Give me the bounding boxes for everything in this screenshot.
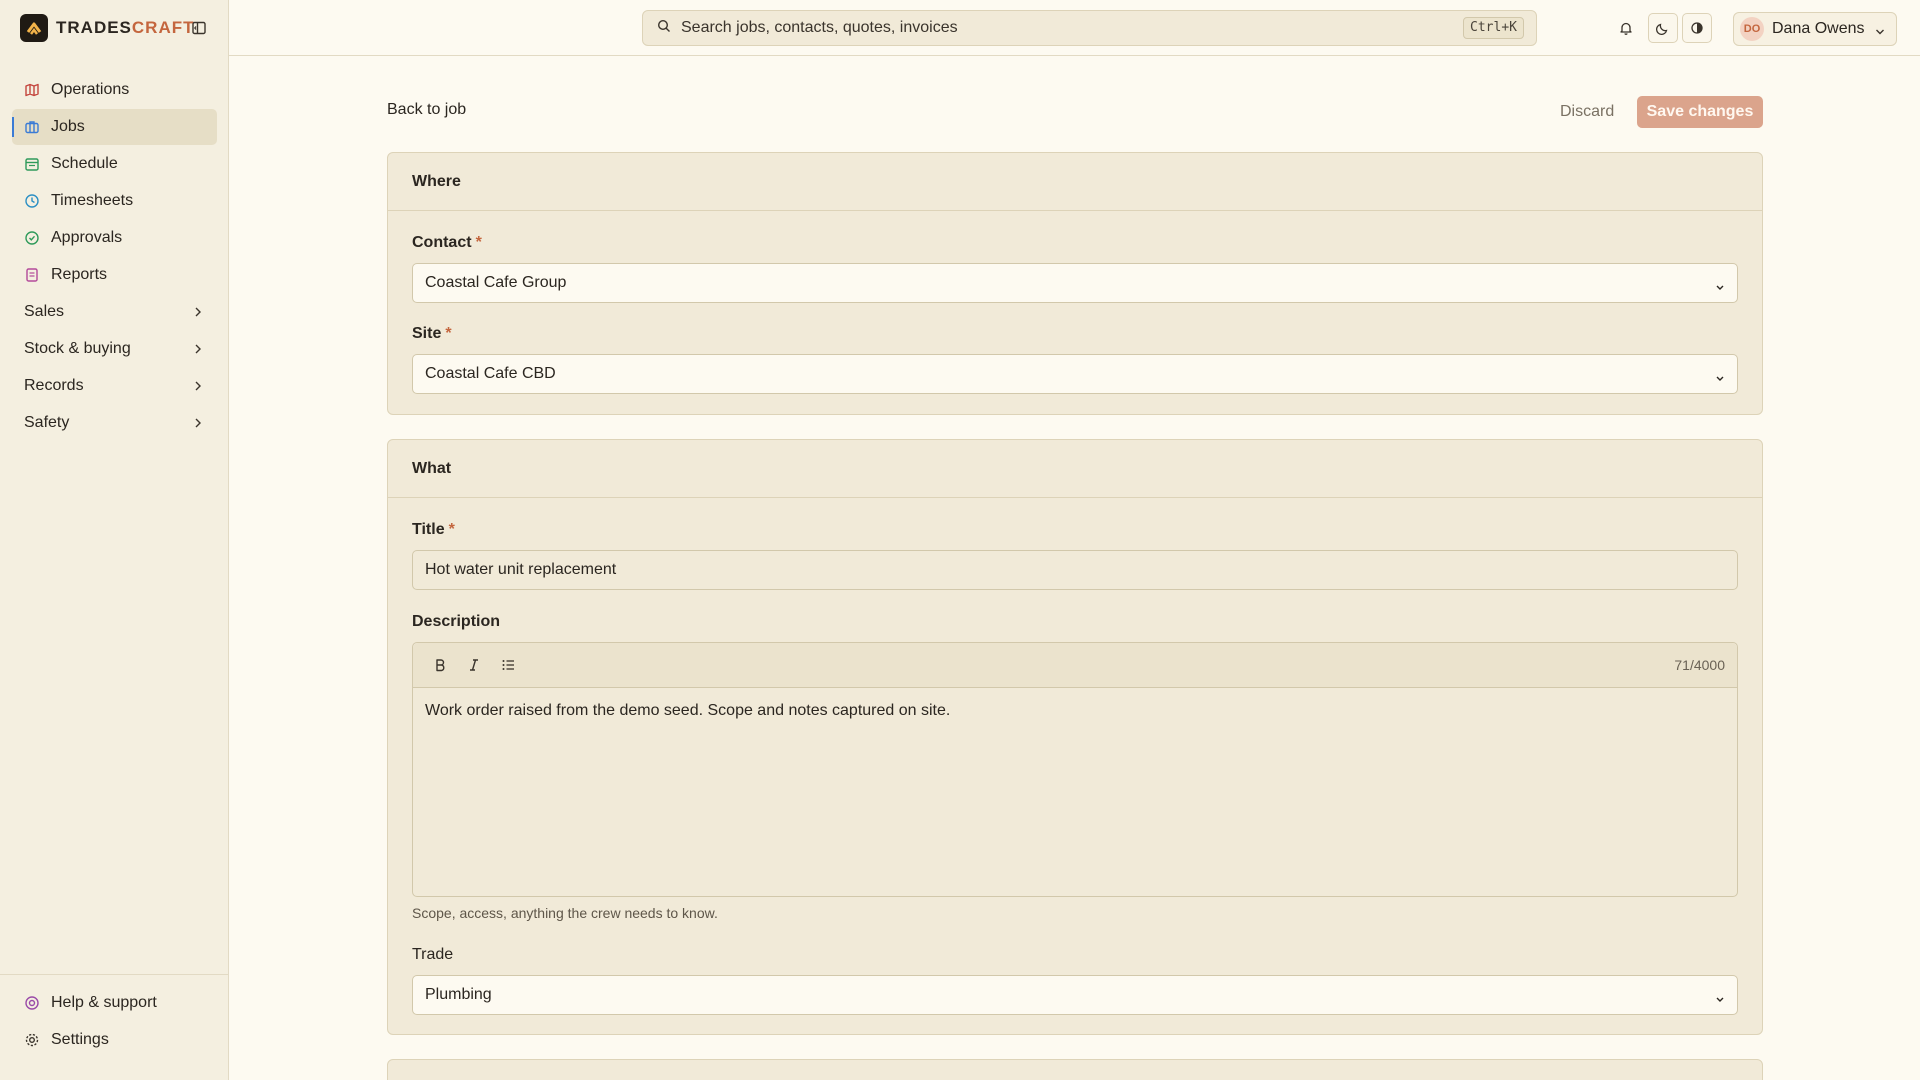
site-label: Site * xyxy=(412,325,452,342)
document-icon xyxy=(24,267,40,283)
chevron-down-icon xyxy=(1715,370,1725,388)
bullet-list-icon[interactable] xyxy=(495,652,521,678)
sidebar-item-reports[interactable]: Reports xyxy=(12,257,217,293)
contrast-icon[interactable] xyxy=(1682,13,1712,43)
moon-icon[interactable] xyxy=(1648,13,1678,43)
search-placeholder: Search jobs, contacts, quotes, invoices xyxy=(681,19,958,36)
sidebar-group-stock-buying[interactable]: Stock & buying xyxy=(12,331,217,367)
italic-icon[interactable] xyxy=(461,652,487,678)
brand-name: TRADESCRAFT xyxy=(56,18,195,37)
calendar-icon xyxy=(24,156,40,172)
sidebar-item-label: Help & support xyxy=(51,994,157,1011)
site-value: Coastal Cafe CBD xyxy=(425,365,556,382)
what-card: What Title * Hot water unit replacement D… xyxy=(387,439,1763,1035)
sidebar-item-label: Jobs xyxy=(51,118,85,135)
trade-value: Plumbing xyxy=(425,986,492,1003)
sidebar-item-label: Approvals xyxy=(51,229,123,246)
bold-icon[interactable] xyxy=(427,652,453,678)
contact-value: Coastal Cafe Group xyxy=(425,274,567,291)
sidebar-group-label: Sales xyxy=(24,303,65,320)
sidebar: TRADESCRAFT Operations Jobs Schedule Tim… xyxy=(0,0,229,1080)
sidebar-footer: Help & support Settings xyxy=(0,974,229,1080)
chevron-down-icon xyxy=(1874,24,1886,42)
description-editor: 71/4000 Work order raised from the demo … xyxy=(412,642,1738,897)
character-count: 71/4000 xyxy=(1674,657,1725,673)
sidebar-item-label: Schedule xyxy=(51,155,118,172)
where-card: Where Contact * Coastal Cafe Group Site * … xyxy=(387,152,1763,415)
chevron-down-icon xyxy=(1715,991,1725,1009)
search-shortcut: Ctrl+K xyxy=(1463,17,1524,39)
description-textarea[interactable]: Work order raised from the demo seed. Sc… xyxy=(413,688,1737,896)
trade-label: Trade xyxy=(412,946,454,963)
brand[interactable]: TRADESCRAFT xyxy=(20,14,195,42)
bell-icon[interactable] xyxy=(1611,13,1641,43)
back-to-job-link[interactable]: Back to job xyxy=(387,101,466,119)
sidebar-group-label: Safety xyxy=(24,414,70,431)
sidebar-item-label: Operations xyxy=(51,81,130,98)
logo-icon xyxy=(20,14,48,42)
sidebar-nav: Operations Jobs Schedule Timesheets Appr… xyxy=(12,72,217,442)
card-title: Where xyxy=(388,153,1762,211)
sidebar-item-jobs[interactable]: Jobs xyxy=(12,109,217,145)
editor-toolbar: 71/4000 xyxy=(413,643,1737,688)
lifebuoy-icon xyxy=(24,995,40,1011)
required-mark: * xyxy=(445,325,452,342)
check-circle-icon xyxy=(24,230,40,246)
contact-select[interactable]: Coastal Cafe Group xyxy=(412,263,1738,303)
trade-select[interactable]: Plumbing xyxy=(412,975,1738,1015)
sidebar-item-schedule[interactable]: Schedule xyxy=(12,146,217,182)
clock-icon xyxy=(24,193,40,209)
sidebar-group-label: Records xyxy=(24,377,84,394)
sidebar-item-help-support[interactable]: Help & support xyxy=(12,985,217,1021)
sidebar-item-label: Settings xyxy=(51,1031,109,1048)
title-label: Title * xyxy=(412,521,455,538)
sidebar-toggle-icon[interactable] xyxy=(189,18,209,38)
map-icon xyxy=(24,82,40,98)
briefcase-icon xyxy=(24,119,40,135)
user-name: Dana Owens xyxy=(1772,20,1865,37)
save-changes-button[interactable]: Save changes xyxy=(1637,96,1763,128)
user-menu-button[interactable]: DO Dana Owens xyxy=(1733,12,1897,46)
gear-icon xyxy=(24,1032,40,1048)
sidebar-item-label: Reports xyxy=(51,266,108,283)
search-icon xyxy=(657,19,671,38)
site-select[interactable]: Coastal Cafe CBD xyxy=(412,354,1738,394)
sidebar-group-safety[interactable]: Safety xyxy=(12,405,217,441)
title-input[interactable]: Hot water unit replacement xyxy=(412,550,1738,590)
sidebar-group-sales[interactable]: Sales xyxy=(12,294,217,330)
chevron-right-icon xyxy=(193,342,203,361)
sidebar-group-label: Stock & buying xyxy=(24,340,131,357)
contact-label: Contact * xyxy=(412,234,482,251)
description-label: Description xyxy=(412,613,501,630)
chevron-right-icon xyxy=(193,416,203,435)
discard-button[interactable]: Discard xyxy=(1546,96,1628,128)
sidebar-item-operations[interactable]: Operations xyxy=(12,72,217,108)
sidebar-group-records[interactable]: Records xyxy=(12,368,217,404)
required-mark: * xyxy=(448,521,455,538)
chevron-right-icon xyxy=(193,379,203,398)
search-input[interactable]: Search jobs, contacts, quotes, invoices … xyxy=(642,10,1537,46)
required-mark: * xyxy=(475,234,482,251)
sidebar-item-timesheets[interactable]: Timesheets xyxy=(12,183,217,219)
sidebar-item-label: Timesheets xyxy=(51,192,134,209)
chevron-down-icon xyxy=(1715,279,1725,297)
description-helper-text: Scope, access, anything the crew needs t… xyxy=(412,905,718,921)
next-card xyxy=(387,1059,1763,1080)
sidebar-item-settings[interactable]: Settings xyxy=(12,1022,217,1058)
title-value: Hot water unit replacement xyxy=(425,561,617,578)
sidebar-item-approvals[interactable]: Approvals xyxy=(12,220,217,256)
topbar: Search jobs, contacts, quotes, invoices … xyxy=(229,0,1920,56)
chevron-right-icon xyxy=(193,305,203,324)
avatar: DO xyxy=(1740,17,1764,41)
card-title: What xyxy=(388,440,1762,498)
